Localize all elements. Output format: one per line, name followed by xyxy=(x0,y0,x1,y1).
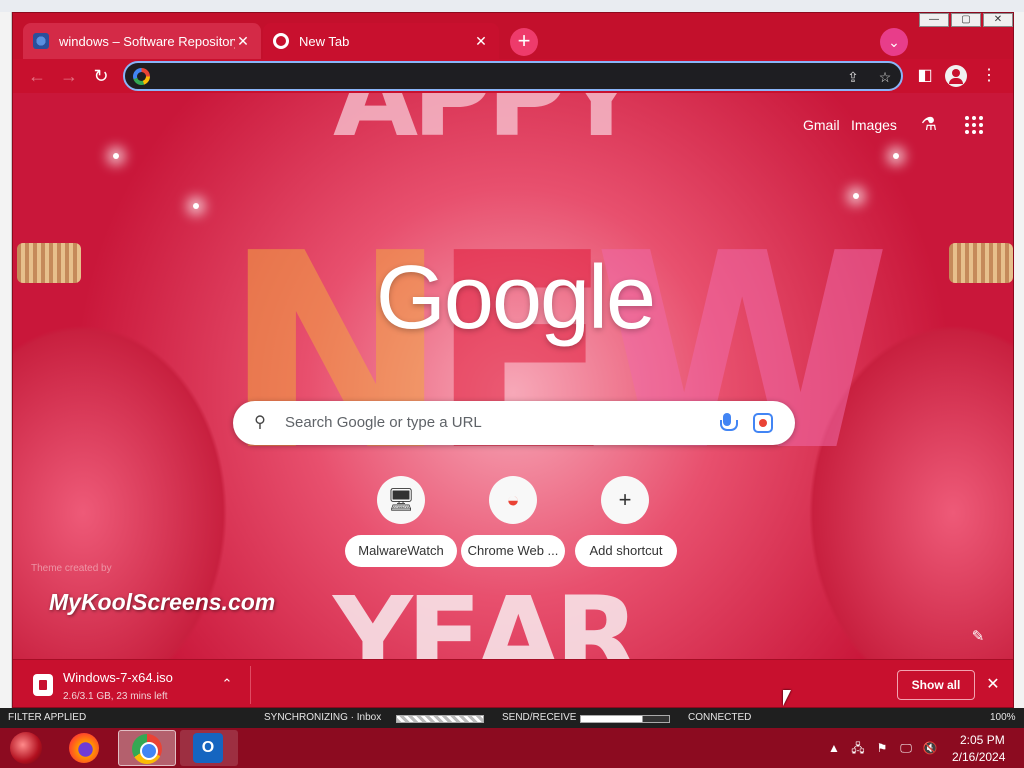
taskbar-firefox[interactable] xyxy=(56,730,114,766)
chrome-web-store-icon: ◒ xyxy=(489,476,537,524)
outlook-status-bar: FILTER APPLIED SYNCHRONIZING · Inbox SEN… xyxy=(0,708,1024,728)
tab-title: New Tab xyxy=(299,33,350,49)
background-letter: N xyxy=(223,195,449,510)
shortcut-malwarewatch[interactable]: 🖥 MalwareWatch xyxy=(345,476,457,568)
tab-strip: windows – Software Repository ✕ New Tab … xyxy=(13,13,1013,59)
back-button[interactable]: ← xyxy=(25,64,49,88)
chrome-window: windows – Software Repository ✕ New Tab … xyxy=(12,12,1014,708)
plus-icon: + xyxy=(601,476,649,524)
download-file-name[interactable]: Windows-7-x64.iso xyxy=(63,670,173,685)
background-letter: E xyxy=(428,195,614,510)
theme-attribution[interactable]: Theme created by xyxy=(31,563,112,574)
shortcut-label: MalwareWatch xyxy=(345,535,457,567)
repository-favicon-icon xyxy=(33,33,49,49)
chrome-icon xyxy=(132,734,162,764)
outlook-window-left-edge xyxy=(0,12,12,720)
search-box[interactable]: ⚲ Search Google or type a URL xyxy=(233,401,795,445)
clock-time[interactable]: 2:05 PM xyxy=(960,733,1005,747)
search-labs-icon[interactable]: ⚗ xyxy=(918,113,940,135)
close-tab-icon[interactable]: ✕ xyxy=(235,33,251,49)
taskbar-chrome[interactable] xyxy=(118,730,176,766)
google-g-icon xyxy=(133,68,150,85)
maximize-button[interactable]: ▢ xyxy=(951,13,981,27)
tab-title: windows – Software Repository xyxy=(59,33,235,49)
sync-status: SYNCHRONIZING · Inbox xyxy=(264,712,382,723)
filter-status: FILTER APPLIED xyxy=(8,712,87,723)
google-apps-icon[interactable] xyxy=(965,116,983,134)
forward-button[interactable]: → xyxy=(57,64,81,88)
download-shelf: Windows-7-x64.iso 2.6/3.1 GB, 23 mins le… xyxy=(13,659,1013,707)
sparkle-icon xyxy=(893,153,899,159)
start-button[interactable] xyxy=(10,732,42,764)
google-lens-icon[interactable] xyxy=(753,413,773,433)
file-icon xyxy=(33,674,53,696)
address-bar[interactable]: ⇪ ☆ xyxy=(123,61,903,91)
shortcut-chrome-web-store[interactable]: ◒ Chrome Web ... xyxy=(457,476,569,568)
malwarewatch-icon: 🖥 xyxy=(377,476,425,524)
background-art-top: APPY xyxy=(333,93,641,161)
close-shelf-icon[interactable]: ✕ xyxy=(983,675,1003,695)
close-tab-icon[interactable]: ✕ xyxy=(473,33,489,49)
new-tab-page: APPY NEW YEAR Gmail Images ⚗ Google ⚲ Se… xyxy=(13,93,1013,659)
chrome-favicon-icon xyxy=(273,33,289,49)
browser-toolbar: ← → ↻ ⇪ ☆ ◧ ⋮ xyxy=(13,59,1013,93)
tab-search-button[interactable]: ⌄ xyxy=(880,28,908,56)
bookmark-star-icon[interactable]: ☆ xyxy=(875,67,895,87)
send-receive-status: SEND/RECEIVE xyxy=(502,712,577,723)
tray-network-icon[interactable]: 🖧 xyxy=(850,740,866,756)
tray-overflow-chevron-icon[interactable]: ▲ xyxy=(826,740,842,756)
taskbar: O ▲ 🖧 ⚑ 🖵 🔇 2:05 PM 2/16/2024 xyxy=(0,728,1024,768)
desktop-background-top xyxy=(0,0,1024,12)
ornament-cap-left-icon xyxy=(17,243,81,283)
google-logo: Google xyxy=(375,248,656,348)
tab-new-tab[interactable]: New Tab ✕ xyxy=(263,23,499,59)
firefox-icon xyxy=(69,733,99,763)
search-placeholder: Search Google or type a URL xyxy=(285,414,482,431)
close-window-button[interactable]: ✕ xyxy=(983,13,1013,27)
sparkle-icon xyxy=(193,203,199,209)
tray-monitor-icon[interactable]: 🖵 xyxy=(898,740,914,756)
profile-avatar-icon[interactable] xyxy=(945,65,967,87)
zoom-level: 100% xyxy=(990,712,1016,723)
sparkle-icon xyxy=(113,153,119,159)
minimize-button[interactable]: — xyxy=(919,13,949,27)
chevron-up-icon[interactable]: ⌃ xyxy=(218,676,236,694)
images-link[interactable]: Images xyxy=(851,117,897,133)
shortcut-label: Add shortcut xyxy=(575,535,677,567)
mouse-cursor-icon xyxy=(783,690,791,706)
tray-flag-icon[interactable]: ⚑ xyxy=(874,740,890,756)
new-tab-button[interactable]: + xyxy=(510,28,538,56)
tray-volume-muted-icon[interactable]: 🔇 xyxy=(922,740,938,756)
side-panel-icon[interactable]: ◧ xyxy=(913,64,937,88)
share-icon[interactable]: ⇪ xyxy=(843,67,863,87)
shortcut-label: Chrome Web ... xyxy=(461,535,565,567)
sync-progress-bar xyxy=(396,715,484,723)
search-icon: ⚲ xyxy=(254,414,266,431)
clock-date[interactable]: 2/16/2024 xyxy=(952,750,1005,764)
divider xyxy=(250,666,251,704)
reload-button[interactable]: ↻ xyxy=(89,64,113,88)
gmail-link[interactable]: Gmail xyxy=(803,117,840,133)
ornament-cap-right-icon xyxy=(949,243,1013,283)
chrome-menu-icon[interactable]: ⋮ xyxy=(977,64,1001,88)
send-receive-progress-bar xyxy=(580,715,670,723)
show-all-button[interactable]: Show all xyxy=(897,670,975,700)
watermark: MyKoolScreens.com xyxy=(49,589,276,615)
download-status: 2.6/3.1 GB, 23 mins left xyxy=(63,691,168,702)
taskbar-outlook[interactable]: O xyxy=(180,730,238,766)
customize-pencil-icon[interactable]: ✎ xyxy=(969,627,987,645)
tab-software-repository[interactable]: windows – Software Repository ✕ xyxy=(23,23,261,59)
voice-search-icon[interactable] xyxy=(717,412,738,434)
background-letter: W xyxy=(593,195,891,510)
connection-status: CONNECTED xyxy=(688,712,752,723)
outlook-icon: O xyxy=(193,733,223,763)
background-art-bottom: YEAR xyxy=(333,573,640,659)
add-shortcut-button[interactable]: + Add shortcut xyxy=(569,476,681,568)
